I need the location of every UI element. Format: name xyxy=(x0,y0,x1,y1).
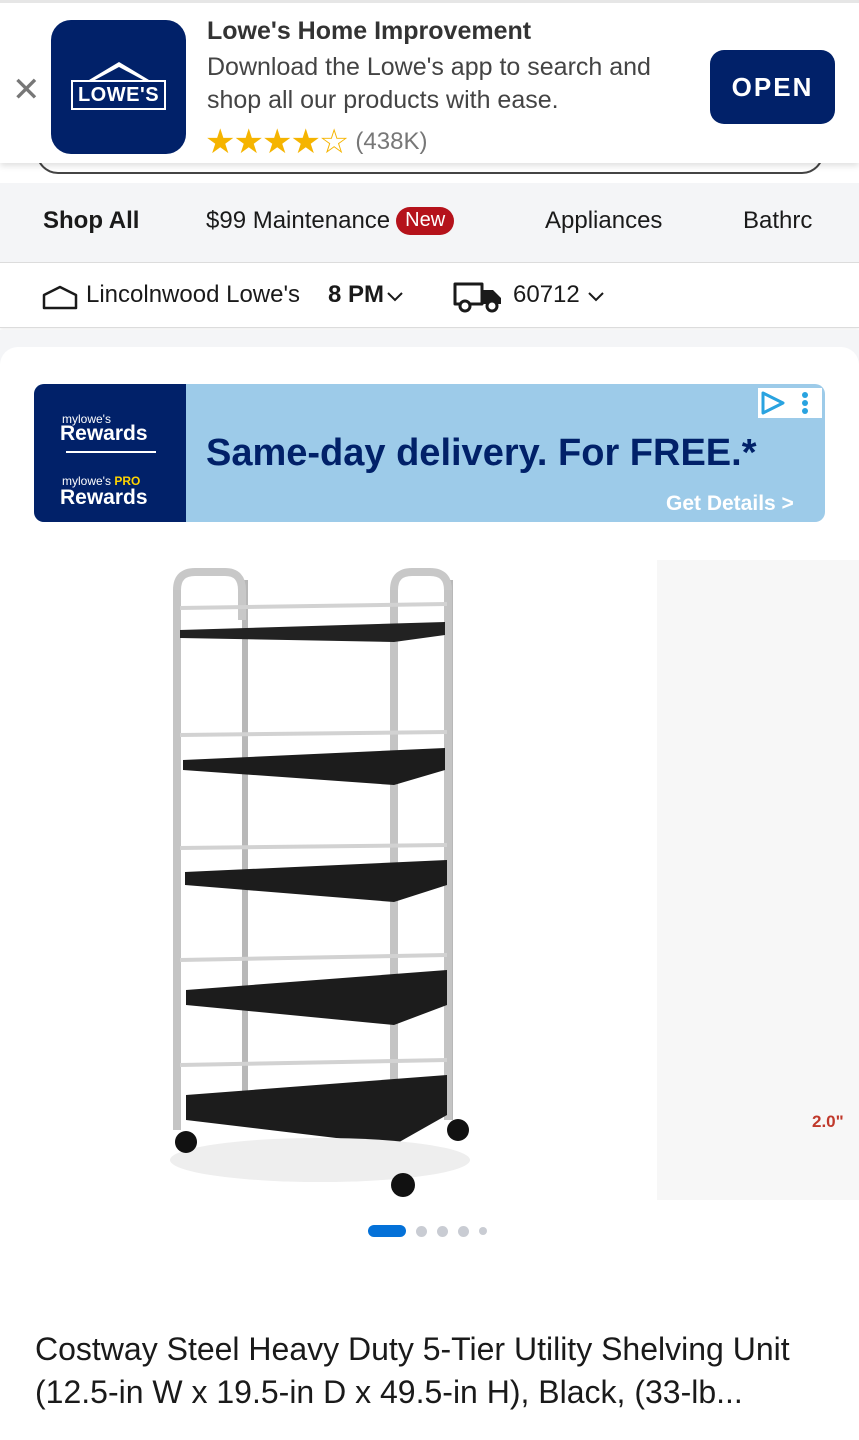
zip-code: 60712 xyxy=(513,281,580,308)
chevron-down-icon xyxy=(588,292,604,302)
open-app-button[interactable]: OPEN xyxy=(710,50,835,124)
carousel-dot[interactable] xyxy=(416,1225,427,1237)
chevron-down-icon xyxy=(387,292,403,302)
app-rating: ★★★★☆ (438K) xyxy=(205,123,427,161)
product-image[interactable] xyxy=(150,560,490,1210)
carousel-indicator xyxy=(368,1225,497,1237)
category-bathroom[interactable]: Bathrc xyxy=(743,207,812,235)
store-hours: 8 PM xyxy=(328,281,385,308)
category-label: $99 Maintenance xyxy=(206,207,391,234)
product-title: Costway Steel Heavy Duty 5-Tier Utility … xyxy=(35,1331,790,1410)
get-details-link[interactable]: Get Details > xyxy=(666,492,794,516)
rewards-ad[interactable]: mylowe's Rewards mylowe's PRO Rewards Sa… xyxy=(34,384,825,522)
carousel-dot[interactable] xyxy=(458,1225,469,1237)
carousel-dot[interactable] xyxy=(479,1227,487,1235)
next-product-image[interactable]: 2.0" xyxy=(657,560,859,1200)
dimension-label: 2.0" xyxy=(812,1112,844,1131)
banner-title: Lowe's Home Improvement xyxy=(207,17,532,45)
store-name: Lincolnwood Lowe's xyxy=(86,281,301,308)
lowes-app-logo: LOWE'S xyxy=(51,20,186,154)
rating-count: (438K) xyxy=(355,128,428,155)
carousel-dot-active[interactable] xyxy=(368,1225,406,1237)
category-label: Shop All xyxy=(43,207,140,234)
category-label: Appliances xyxy=(545,207,663,234)
ad-headline: Same-day delivery. For FREE.* xyxy=(206,432,757,474)
carousel-dot[interactable] xyxy=(437,1225,448,1237)
star-rating-icon: ★★★★☆ xyxy=(205,123,349,161)
category-maintenance[interactable]: $99 Maintenance New xyxy=(206,207,455,235)
app-download-banner: ✕ LOWE'S Lowe's Home Improvement Downloa… xyxy=(0,0,859,163)
logo-text: LOWE'S xyxy=(71,80,166,110)
close-icon[interactable]: ✕ xyxy=(12,73,41,107)
rewards-logo: mylowe's Rewards mylowe's PRO Rewards xyxy=(34,384,186,522)
store-icon xyxy=(42,285,78,310)
new-badge: New xyxy=(396,207,455,235)
rewards-text: Rewards xyxy=(60,422,148,445)
store-delivery-bar: Lincolnwood Lowe's 8 PM 60712 xyxy=(0,263,859,328)
category-appliances[interactable]: Appliances xyxy=(545,207,662,235)
category-shop-all[interactable]: Shop All xyxy=(43,207,139,235)
banner-description: Download the Lowe's app to search and sh… xyxy=(207,53,651,114)
pro-rewards-text: Rewards xyxy=(60,486,148,509)
ad-choices-icon[interactable] xyxy=(758,388,822,418)
category-nav: Shop All $99 Maintenance New Appliances B… xyxy=(0,183,859,263)
category-label: Bathrc xyxy=(743,207,813,234)
truck-icon xyxy=(453,282,501,313)
